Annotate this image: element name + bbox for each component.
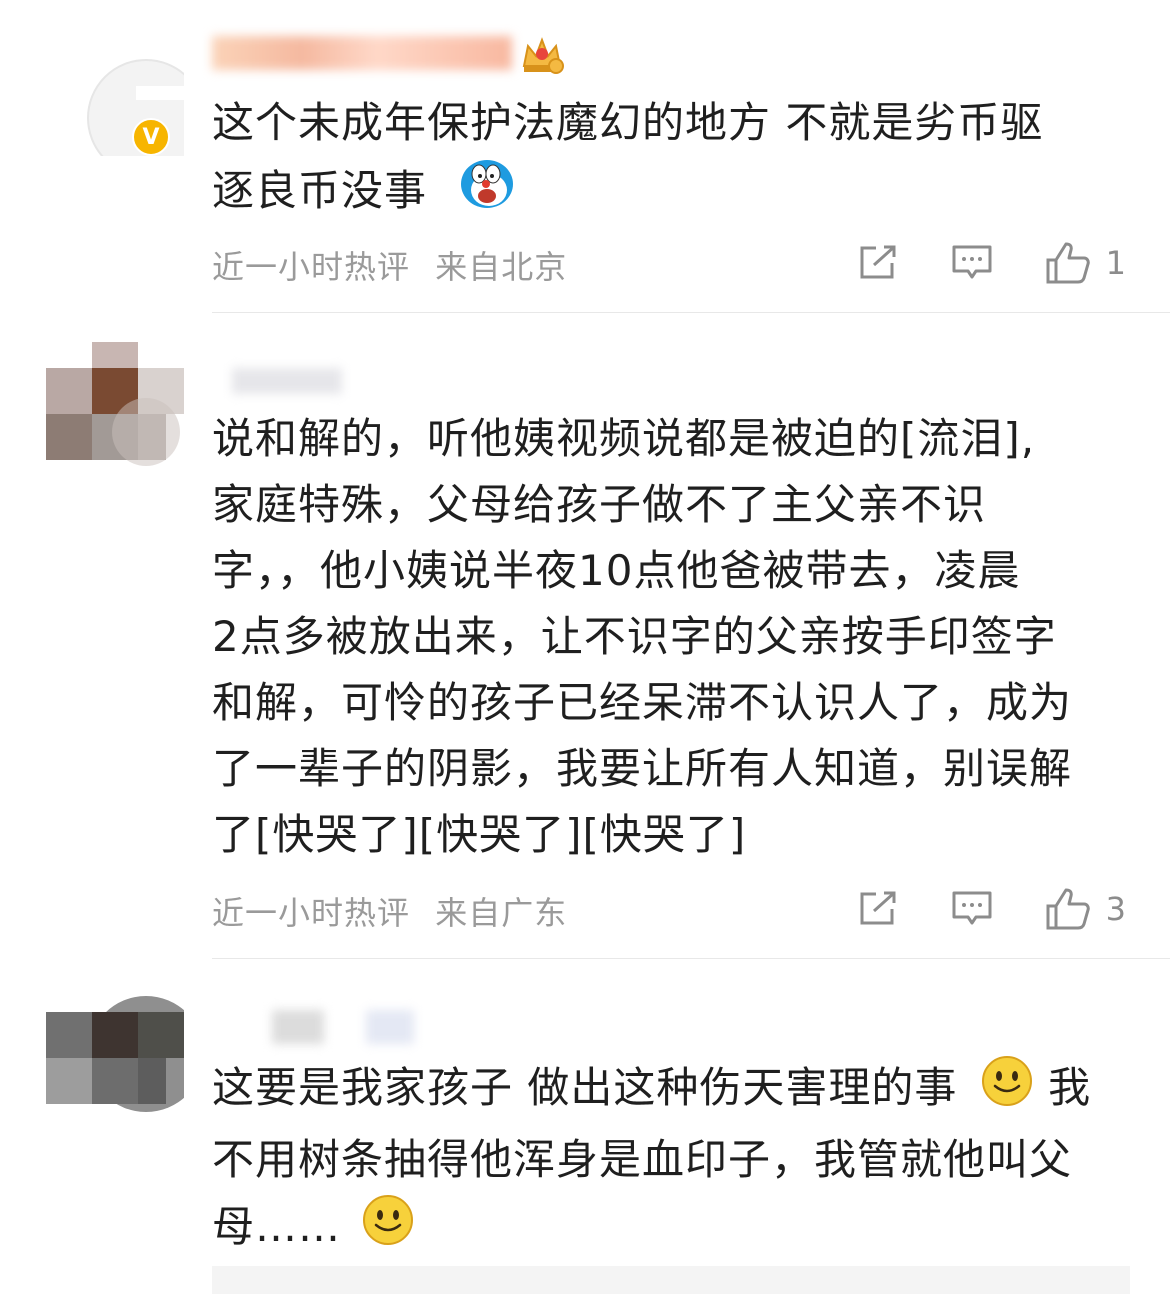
comment-text: 说和解的，听他姨视频说都是被迫的[流泪], 家庭特殊，父母给孩子做不了主父亲不识… xyxy=(212,406,1142,868)
comment-divider xyxy=(212,312,1170,313)
avatar[interactable] xyxy=(46,988,204,1116)
comment-location: 来自北京 xyxy=(435,248,568,286)
comment-line: 了一辈子的阴影，我要让所有人知道，别误解 xyxy=(212,744,1073,793)
next-comment-preview xyxy=(212,1266,1130,1294)
smile-emoji-icon xyxy=(361,1193,415,1266)
share-icon xyxy=(860,891,896,925)
like-count: 1 xyxy=(1105,244,1126,282)
avatar-image xyxy=(46,996,204,1112)
comment-divider xyxy=(212,958,1170,959)
smile-emoji-icon xyxy=(980,1054,1034,1127)
crown-badge-icon xyxy=(518,32,566,80)
reply-button[interactable] xyxy=(950,889,994,929)
share-icon xyxy=(860,245,896,279)
repost-button[interactable] xyxy=(856,243,900,283)
reply-button[interactable] xyxy=(950,243,994,283)
comment-line-with-emoji: 逐良币没事 xyxy=(212,156,1142,231)
verified-badge-icon: V xyxy=(132,118,170,156)
comment-line: 这个未成年保护法魔幻的地方 不就是劣币驱 xyxy=(212,98,1044,147)
comment-line-tail: 我 xyxy=(1048,1063,1092,1112)
username-blur xyxy=(212,36,512,70)
comment-text: 这个未成年保护法魔幻的地方 不就是劣币驱 逐良币没事 xyxy=(212,90,1142,231)
like-button[interactable]: 1 xyxy=(1044,240,1126,286)
comment-line-with-emoji: 这要是我家孩子 做出这种伤天害理的事 我 xyxy=(212,1054,1142,1127)
username-blur xyxy=(272,1010,324,1044)
thumbs-up-icon xyxy=(1046,888,1090,930)
thumbs-up-icon xyxy=(1046,242,1090,284)
avatar[interactable] xyxy=(46,342,184,470)
comment-icon xyxy=(952,891,992,925)
comment-line: 母…… xyxy=(212,1202,342,1251)
repost-button[interactable] xyxy=(856,889,900,929)
comment-line: 不用树条抽得他浑身是血印子，我管就他叫父 xyxy=(212,1135,1073,1184)
username[interactable] xyxy=(212,1004,492,1044)
comment-time: 近一小时热评 xyxy=(212,248,411,286)
comment-line: 逐良币没事 xyxy=(212,166,428,215)
username[interactable] xyxy=(212,362,412,402)
comment-location: 来自广东 xyxy=(435,894,568,932)
avatar[interactable]: V xyxy=(46,28,205,177)
username-blur xyxy=(232,368,342,394)
comment-actions: 1 xyxy=(806,238,1126,288)
doraemon-emoji-icon xyxy=(455,156,515,231)
comment-line: 这要是我家孩子 做出这种伤天害理的事 xyxy=(212,1063,958,1112)
comment-line: 说和解的，听他姨视频说都是被迫的[流泪], xyxy=(212,414,1036,463)
comment-actions: 3 xyxy=(806,884,1126,934)
comment-line: 字，，他小姨说半夜10点他爸被带去，凌晨 xyxy=(212,546,1021,595)
comment-text: 这要是我家孩子 做出这种伤天害理的事 我 不用树条抽得他浑身是血印子，我管就他叫… xyxy=(212,1054,1142,1266)
avatar-image xyxy=(46,342,184,466)
comment-time: 近一小时热评 xyxy=(212,894,411,932)
like-count: 3 xyxy=(1105,890,1126,928)
like-button[interactable]: 3 xyxy=(1044,886,1126,932)
comment-line: 了[快哭了][快哭了][快哭了] xyxy=(212,810,747,859)
comment-line-with-emoji: 母…… xyxy=(212,1193,1142,1266)
comment-line: 和解，可怜的孩子已经呆滞不认识人了，成为 xyxy=(212,678,1073,727)
comment-icon xyxy=(952,245,992,279)
comment-meta: 近一小时热评 来自北京 xyxy=(212,242,567,288)
comment-meta: 近一小时热评 来自广东 xyxy=(212,888,567,934)
comment-line: 2点多被放出来，让不识字的父亲按手印签字 xyxy=(212,612,1057,661)
comment-line: 家庭特殊，父母给孩子做不了主父亲不识 xyxy=(212,480,987,529)
username[interactable] xyxy=(212,32,572,74)
username-blur xyxy=(366,1010,414,1044)
